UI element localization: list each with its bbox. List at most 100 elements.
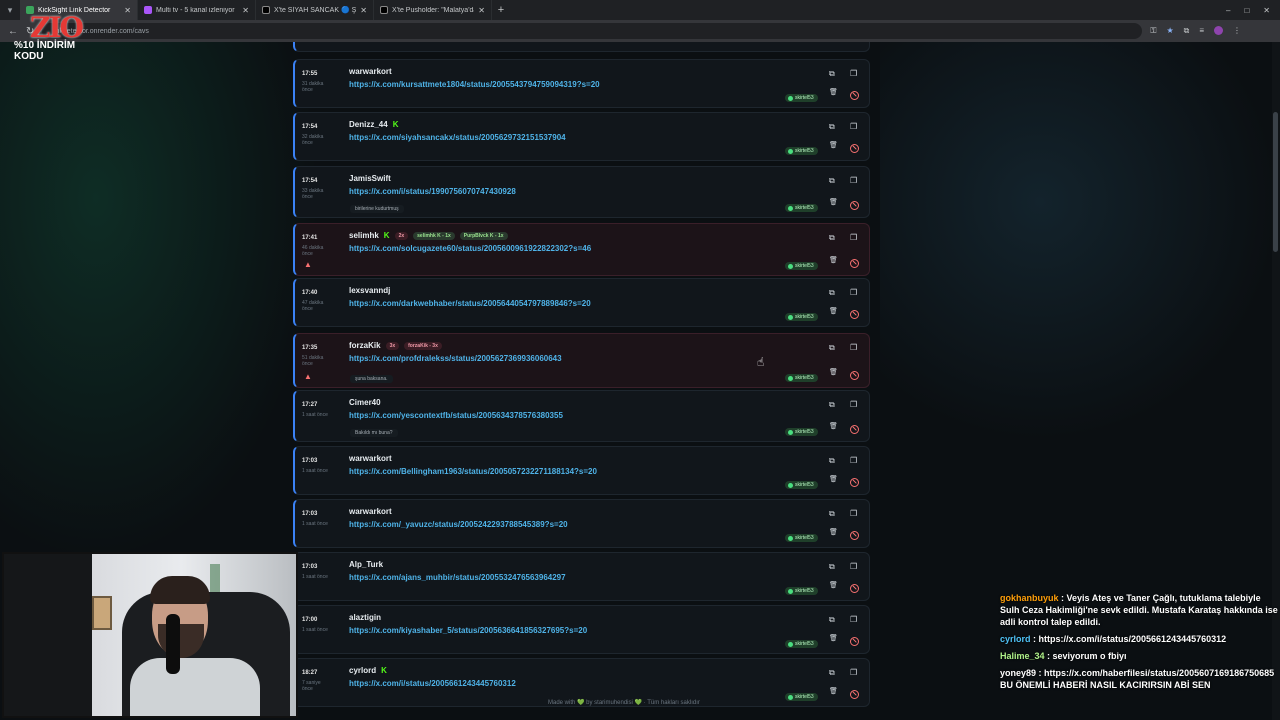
close-tab-icon[interactable]: ✕ xyxy=(478,6,485,15)
copy-icon[interactable]: ❐ xyxy=(850,615,857,624)
extensions-puzzle-icon[interactable]: ⧉ xyxy=(1184,26,1190,36)
open-external-icon[interactable]: ⧉ xyxy=(829,176,835,186)
delete-trash-icon[interactable]: 🗑 xyxy=(829,256,838,264)
open-external-icon[interactable]: ⧉ xyxy=(829,233,835,243)
tab-multitv[interactable]: Multi tv - 5 kanal izleniyor ✕ xyxy=(138,0,256,20)
star-bookmark-icon[interactable]: ★ xyxy=(1166,26,1173,36)
minimize-button[interactable]: – xyxy=(1226,6,1230,15)
block-icon[interactable] xyxy=(850,690,859,699)
card-username[interactable]: Cimer40 xyxy=(349,398,381,407)
card-link[interactable]: https://x.com/yescontextfb/status/200563… xyxy=(349,411,563,420)
card-link[interactable]: https://x.com/profdralekss/status/200562… xyxy=(349,354,562,363)
open-external-icon[interactable]: ⧉ xyxy=(829,122,835,132)
block-icon[interactable] xyxy=(850,584,859,593)
copy-icon[interactable]: ❐ xyxy=(850,668,857,677)
scrollbar-thumb[interactable] xyxy=(1273,112,1278,252)
copy-icon[interactable]: ❐ xyxy=(850,122,857,131)
chat-username[interactable]: Halime_34 xyxy=(1000,651,1045,661)
block-icon[interactable] xyxy=(850,144,859,153)
card-link[interactable]: https://x.com/kiyashaber_5/status/200563… xyxy=(349,626,587,635)
copy-icon[interactable]: ❐ xyxy=(850,176,857,185)
chat-username[interactable]: gokhanbuyuk xyxy=(1000,593,1059,603)
card-link[interactable]: https://x.com/ajans_muhbir/status/200553… xyxy=(349,573,566,582)
card-username[interactable]: JamisSwift xyxy=(349,174,391,183)
open-external-icon[interactable]: ⧉ xyxy=(829,343,835,353)
card-link[interactable]: https://x.com/darkwebhaber/status/200564… xyxy=(349,299,591,308)
tab-search-icon[interactable]: ▾ xyxy=(0,0,20,20)
block-icon[interactable] xyxy=(850,637,859,646)
delete-trash-icon[interactable]: 🗑 xyxy=(829,141,838,149)
new-tab-button[interactable]: + xyxy=(492,4,510,16)
open-external-icon[interactable]: ⧉ xyxy=(829,668,835,678)
card-username[interactable]: warwarkort xyxy=(349,67,392,76)
delete-trash-icon[interactable]: 🗑 xyxy=(829,528,838,536)
open-external-icon[interactable]: ⧉ xyxy=(829,562,835,572)
card-link[interactable]: https://x.com/i/status/20056612434457603… xyxy=(349,679,516,688)
card-username[interactable]: lexsvanndj xyxy=(349,286,390,295)
more-menu-icon[interactable]: ⋮ xyxy=(1233,26,1241,36)
close-window-button[interactable]: ✕ xyxy=(1263,6,1270,15)
back-arrow-icon[interactable]: ← xyxy=(8,26,18,37)
block-icon[interactable] xyxy=(850,201,859,210)
copy-icon[interactable]: ❐ xyxy=(850,400,857,409)
card-username[interactable]: forzaKik xyxy=(349,341,381,350)
close-tab-icon[interactable]: ✕ xyxy=(360,6,367,15)
copy-icon[interactable]: ❐ xyxy=(850,509,857,518)
open-external-icon[interactable]: ⧉ xyxy=(829,615,835,625)
card-username[interactable]: Denizz_44 xyxy=(349,120,388,129)
delete-trash-icon[interactable]: 🗑 xyxy=(829,198,838,206)
delete-trash-icon[interactable]: 🗑 xyxy=(829,634,838,642)
block-icon[interactable] xyxy=(850,425,859,434)
close-tab-icon[interactable]: ✕ xyxy=(124,6,131,15)
card-link[interactable]: https://x.com/i/status/19907560707474309… xyxy=(349,187,516,196)
copy-icon[interactable]: ❐ xyxy=(850,343,857,352)
block-icon[interactable] xyxy=(850,478,859,487)
copy-icon[interactable]: ❐ xyxy=(850,456,857,465)
copy-icon[interactable]: ❐ xyxy=(850,233,857,242)
key-icon[interactable]: ⚿ xyxy=(1150,26,1156,36)
delete-trash-icon[interactable]: 🗑 xyxy=(829,422,838,430)
block-icon[interactable] xyxy=(850,531,859,540)
card-username[interactable]: Alp_Turk xyxy=(349,560,383,569)
tab-x-pusholder[interactable]: X'te Pusholder: "Malatya'da ✕ xyxy=(374,0,492,20)
copy-icon[interactable]: ❐ xyxy=(850,288,857,297)
warning-icon: ▲ xyxy=(304,372,312,381)
tab-x-siyah-sancak[interactable]: X'te SİYAH SANCAK 🔵 Şehit ✕ xyxy=(256,0,374,20)
card-username[interactable]: warwarkort xyxy=(349,507,392,516)
block-icon[interactable] xyxy=(850,259,859,268)
reload-icon[interactable]: ↻ xyxy=(26,26,34,37)
url-field[interactable]: linkdetector.onrender.com/cavs xyxy=(42,23,1143,39)
open-external-icon[interactable]: ⧉ xyxy=(829,400,835,410)
chat-username[interactable]: yoney89 xyxy=(1000,668,1036,678)
card-username[interactable]: cyrlord xyxy=(349,666,376,675)
card-username[interactable]: selimhk xyxy=(349,231,379,240)
card-link[interactable]: https://x.com/kursattmete1804/status/200… xyxy=(349,80,600,89)
copy-icon[interactable]: ❐ xyxy=(850,69,857,78)
card-username[interactable]: alaztigin xyxy=(349,613,381,622)
card-link[interactable]: https://x.com/Bellingham1963/status/2005… xyxy=(349,467,597,476)
card-link[interactable]: https://x.com/siyahsancakx/status/200562… xyxy=(349,133,566,142)
tab-kicksight[interactable]: KickSight Link Detector ✕ xyxy=(20,0,138,20)
menu-icon[interactable]: ≡ xyxy=(1199,26,1204,36)
close-tab-icon[interactable]: ✕ xyxy=(242,6,249,15)
maximize-button[interactable]: □ xyxy=(1244,6,1249,15)
copy-icon[interactable]: ❐ xyxy=(850,562,857,571)
delete-trash-icon[interactable]: 🗑 xyxy=(829,581,838,589)
chat-username[interactable]: cyrlord xyxy=(1000,634,1031,644)
block-icon[interactable] xyxy=(850,310,859,319)
card-link[interactable]: https://x.com/solcugazete60/status/20056… xyxy=(349,244,591,253)
open-external-icon[interactable]: ⧉ xyxy=(829,509,835,519)
profile-avatar[interactable] xyxy=(1214,26,1224,35)
open-external-icon[interactable]: ⧉ xyxy=(829,456,835,466)
open-external-icon[interactable]: ⧉ xyxy=(829,69,835,79)
delete-trash-icon[interactable]: 🗑 xyxy=(829,475,838,483)
delete-trash-icon[interactable]: 🗑 xyxy=(829,307,838,315)
delete-trash-icon[interactable]: 🗑 xyxy=(829,88,838,96)
block-icon[interactable] xyxy=(850,371,859,380)
open-external-icon[interactable]: ⧉ xyxy=(829,288,835,298)
delete-trash-icon[interactable]: 🗑 xyxy=(829,687,838,695)
card-username[interactable]: warwarkort xyxy=(349,454,392,463)
card-link[interactable]: https://x.com/_yavuzc/status/20052422937… xyxy=(349,520,568,529)
block-icon[interactable] xyxy=(850,91,859,100)
delete-trash-icon[interactable]: 🗑 xyxy=(829,368,838,376)
